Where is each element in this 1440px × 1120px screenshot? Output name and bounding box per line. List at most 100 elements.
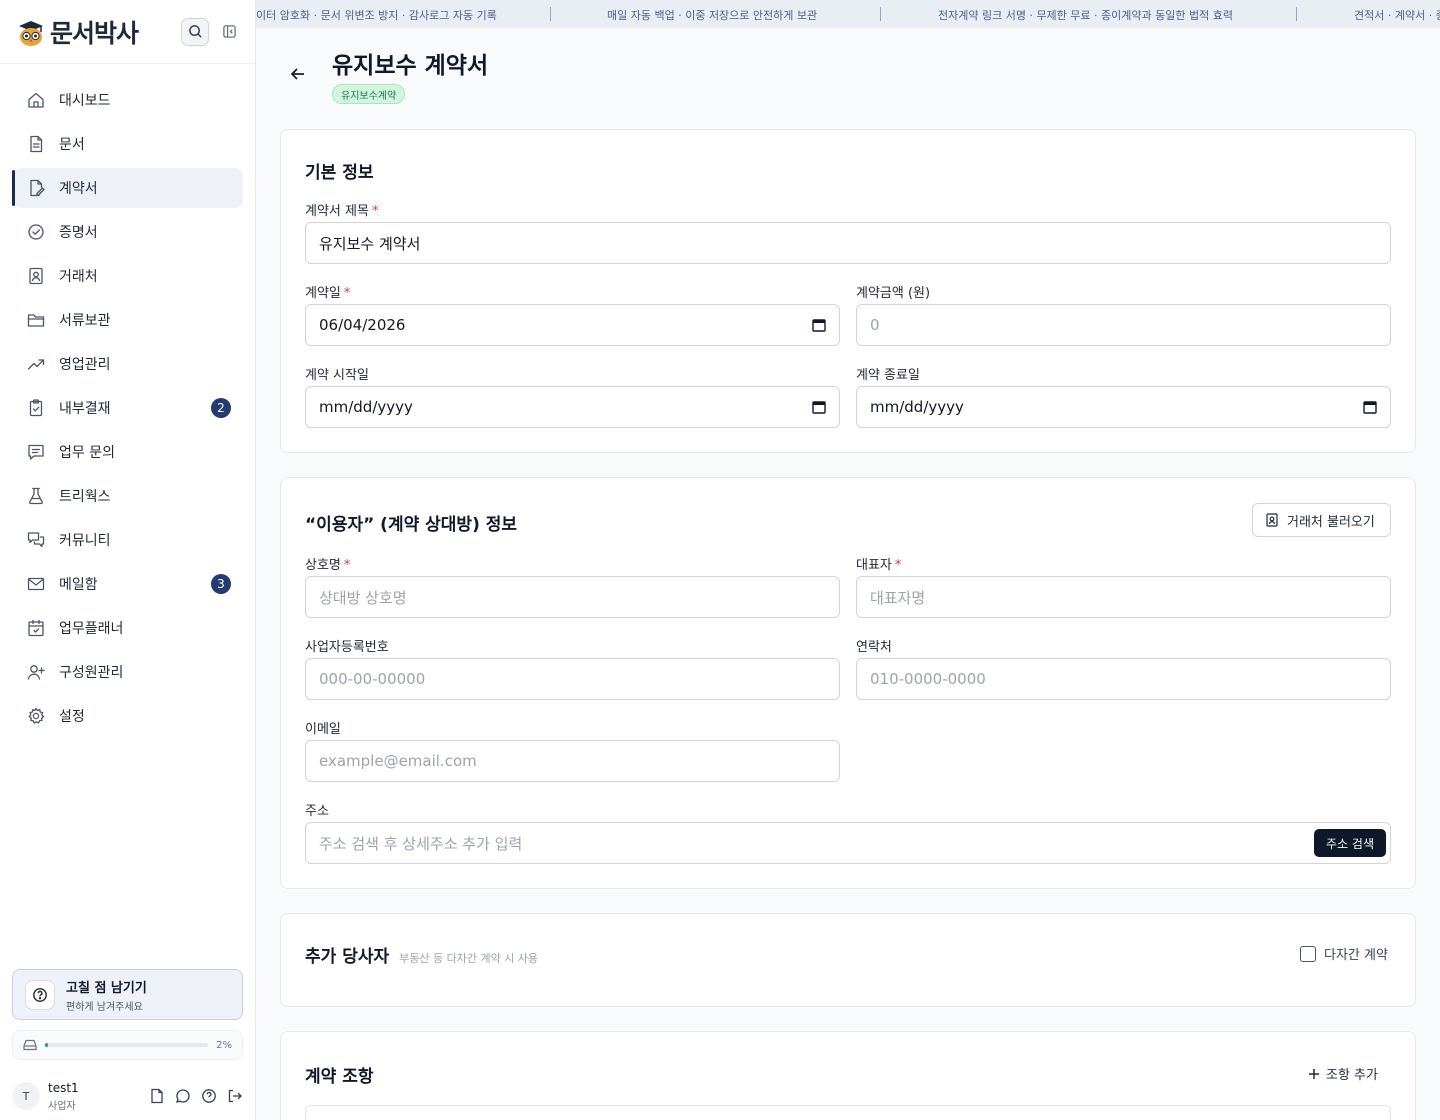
feedback-subtitle: 편하게 남겨주세요 bbox=[66, 1001, 143, 1013]
sidebar-item-7[interactable]: 내부결재 2 bbox=[12, 388, 243, 428]
sidebar-item-14[interactable]: 설정 bbox=[12, 696, 243, 736]
sidebar-item-1[interactable]: 문서 bbox=[12, 124, 243, 164]
multi-party-toggle[interactable]: 다자간 계약 bbox=[1300, 944, 1388, 963]
extra-parties-title: 추가 당사자 부동산 등 다자간 계약 시 사용 bbox=[305, 947, 539, 967]
calendar-icon[interactable] bbox=[812, 318, 826, 332]
sidebar-item-4[interactable]: 거래처 bbox=[12, 256, 243, 296]
phone-input[interactable]: 010-0000-0000 bbox=[856, 658, 1391, 700]
contract-date-label: 계약일 * bbox=[305, 286, 351, 301]
user-profile: T test1 사업자 bbox=[12, 1076, 243, 1116]
company-input[interactable]: 상대방 상호명 bbox=[305, 576, 840, 618]
sidebar-item-9[interactable]: 트리웍스 bbox=[12, 476, 243, 516]
sidebar: 문서박사 대시보드문서계약서 증명서 거래처서류보관영업관리내부결재 2 업무 문의트리… bbox=[0, 0, 256, 1120]
contract-date-input[interactable]: 06/04/2026 bbox=[305, 304, 840, 346]
sidebar-item-8[interactable]: 업무 문의 bbox=[12, 432, 243, 472]
sidebar-item-0[interactable]: 대시보드 bbox=[12, 80, 243, 120]
business-number-input[interactable]: 000-00-00000 bbox=[305, 658, 840, 700]
contract-type-badge: 유지보수계약 bbox=[332, 84, 406, 104]
chat-icon[interactable] bbox=[175, 1088, 191, 1104]
calendar-icon[interactable] bbox=[812, 400, 826, 414]
sidebar-item-10[interactable]: 커뮤니티 bbox=[12, 520, 243, 560]
ticker-item: 견적서 · 계약서 · 증 bbox=[1354, 9, 1440, 22]
email-field[interactable]: example@email.com bbox=[305, 740, 840, 782]
sidebar-collapse-icon bbox=[222, 25, 236, 38]
gear-icon bbox=[26, 706, 46, 726]
address-input[interactable]: 주소 검색 후 상세주소 추가 입력 주소 검색 bbox=[305, 822, 1391, 864]
storage-usage: 2% bbox=[12, 1030, 243, 1060]
sidebar-item-label: 업무 문의 bbox=[59, 445, 115, 461]
logo[interactable]: 문서박사 bbox=[16, 14, 139, 50]
contract-edit-icon bbox=[26, 178, 46, 198]
start-date-input[interactable]: mm/dd/yyyy bbox=[305, 386, 840, 428]
extra-parties-hint: 부동산 등 다자간 계약 시 사용 bbox=[399, 952, 539, 965]
representative-label: 대표자 * bbox=[856, 558, 902, 573]
trending-up-icon bbox=[26, 354, 46, 374]
help-icon[interactable] bbox=[201, 1088, 217, 1104]
help-circle-icon bbox=[25, 979, 55, 1010]
sidebar-item-5[interactable]: 서류보관 bbox=[12, 300, 243, 340]
file-icon[interactable] bbox=[149, 1088, 165, 1104]
phone-label: 연락처 bbox=[856, 640, 892, 655]
feedback-button[interactable]: 고칠 점 남기기 편하게 남겨주세요 bbox=[12, 969, 243, 1020]
end-date-input[interactable]: mm/dd/yyyy bbox=[856, 386, 1391, 428]
basic-info-title: 기본 정보 bbox=[305, 163, 374, 183]
sidebar-item-12[interactable]: 업무플래너 bbox=[12, 608, 243, 648]
avatar[interactable]: T bbox=[12, 1082, 40, 1110]
hard-drive-icon bbox=[23, 1039, 37, 1051]
back-arrow-icon[interactable] bbox=[288, 64, 308, 84]
page-title: 유지보수 계약서 bbox=[332, 53, 489, 79]
mail-icon bbox=[26, 574, 46, 594]
amount-label: 계약금액 (원) bbox=[856, 286, 931, 301]
flask-icon bbox=[26, 486, 46, 506]
add-clause-button[interactable]: 조항 추가 bbox=[1308, 1064, 1378, 1083]
calendar-check-icon bbox=[26, 618, 46, 638]
multi-party-label: 다자간 계약 bbox=[1324, 948, 1388, 963]
clause-item[interactable] bbox=[305, 1105, 1391, 1120]
import-client-button[interactable]: 거래처 불러오기 bbox=[1252, 503, 1391, 537]
user-name: test1 bbox=[48, 1080, 79, 1095]
sidebar-item-2[interactable]: 계약서 bbox=[12, 168, 243, 208]
logo-row: 문서박사 bbox=[0, 0, 255, 64]
count-badge: 2 bbox=[211, 398, 231, 418]
storage-bar-fill bbox=[45, 1043, 49, 1047]
sidebar-item-label: 커뮤니티 bbox=[59, 533, 111, 549]
sidebar-item-label: 설정 bbox=[59, 709, 85, 725]
clauses-card: 계약 조항 조항 추가 bbox=[280, 1031, 1416, 1120]
company-label: 상호명 * bbox=[305, 558, 351, 573]
sidebar-item-label: 서류보관 bbox=[59, 313, 111, 329]
representative-input[interactable]: 대표자명 bbox=[856, 576, 1391, 618]
sidebar-item-11[interactable]: 메일함 3 bbox=[12, 564, 243, 604]
amount-input[interactable]: 0 bbox=[856, 304, 1391, 346]
end-date-label: 계약 종료일 bbox=[856, 368, 920, 383]
clauses-title: 계약 조항 bbox=[305, 1067, 374, 1087]
collapse-sidebar-button[interactable] bbox=[219, 22, 239, 42]
sidebar-item-3[interactable]: 증명서 bbox=[12, 212, 243, 252]
sidebar-item-label: 문서 bbox=[59, 137, 85, 153]
contract-title-input[interactable]: 유지보수 계약서 bbox=[305, 222, 1391, 264]
contract-title-label: 계약서 제목 * bbox=[305, 204, 379, 219]
ticker-divider bbox=[550, 7, 551, 21]
email-label: 이메일 bbox=[305, 722, 341, 737]
multi-party-checkbox[interactable] bbox=[1300, 945, 1316, 962]
sidebar-item-13[interactable]: 구성원관리 bbox=[12, 652, 243, 692]
counterparty-card: “이용자” (계약 상대방) 정보 거래처 불러오기 상호명 * 상대방 상호명 … bbox=[280, 477, 1416, 889]
ticker-item: 매일 자동 백업 · 이중 저장으로 안전하게 보관 bbox=[607, 9, 818, 22]
sidebar-item-label: 구성원관리 bbox=[59, 665, 124, 681]
user-plus-icon bbox=[26, 662, 46, 682]
folder-icon bbox=[26, 310, 46, 330]
home-icon bbox=[26, 90, 46, 110]
sidebar-item-label: 영업관리 bbox=[59, 357, 111, 373]
basic-info-card: 기본 정보 계약서 제목 * 유지보수 계약서 계약일 * 06/04/2026 계… bbox=[280, 129, 1416, 453]
address-label: 주소 bbox=[305, 804, 329, 819]
search-button[interactable] bbox=[181, 17, 209, 46]
owl-logo-icon bbox=[19, 20, 43, 46]
document-icon bbox=[26, 134, 46, 154]
calendar-icon[interactable] bbox=[1363, 400, 1377, 414]
ticker-item: 이터 암호화 · 문서 위변조 방지 · 감사로그 자동 기록 bbox=[256, 9, 497, 22]
ticker-divider bbox=[880, 7, 881, 21]
logout-icon[interactable] bbox=[227, 1088, 243, 1104]
sidebar-nav: 대시보드문서계약서 증명서 거래처서류보관영업관리내부결재 2 업무 문의트리웍스커뮤니… bbox=[0, 64, 255, 736]
search-icon bbox=[188, 25, 202, 38]
address-search-button[interactable]: 주소 검색 bbox=[1314, 829, 1386, 857]
sidebar-item-6[interactable]: 영업관리 bbox=[12, 344, 243, 384]
